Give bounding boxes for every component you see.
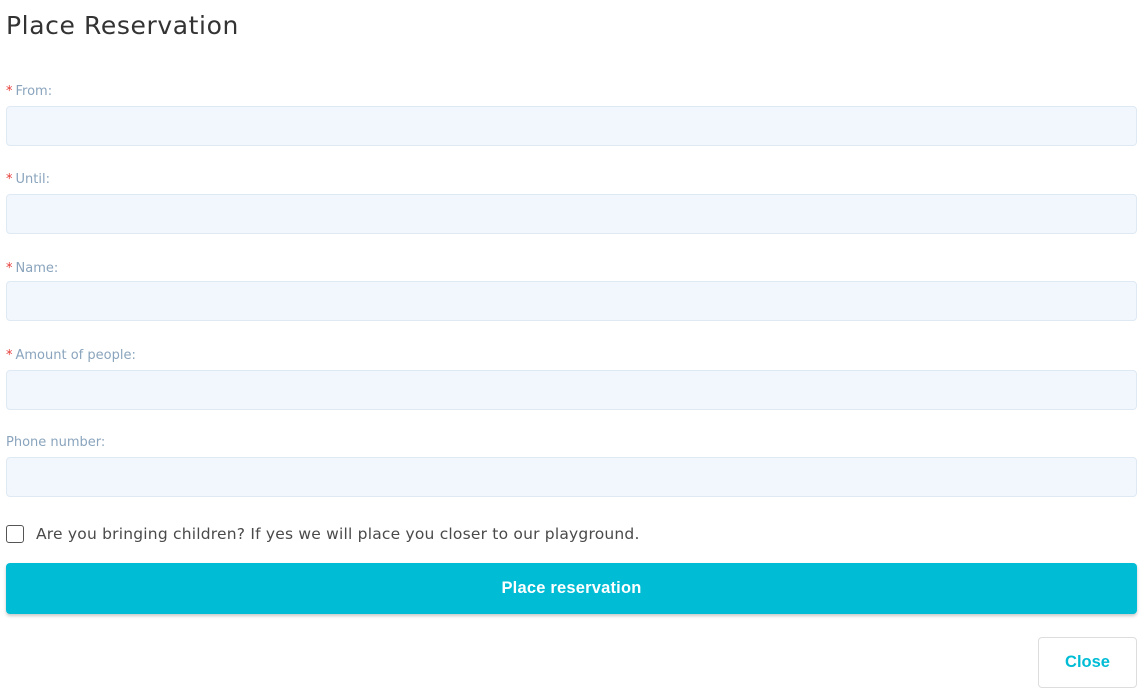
required-marker: * bbox=[6, 84, 13, 99]
from-input[interactable] bbox=[6, 106, 1137, 146]
name-label-text: Name: bbox=[15, 261, 59, 276]
children-checkbox[interactable] bbox=[6, 525, 24, 543]
until-label-text: Until: bbox=[15, 172, 50, 187]
place-reservation-button[interactable]: Place reservation bbox=[6, 563, 1137, 614]
close-button[interactable]: Close bbox=[1038, 637, 1137, 688]
from-label: * From: bbox=[6, 84, 52, 100]
phone-number-input[interactable] bbox=[6, 457, 1137, 497]
children-checkbox-row: Are you bringing children? If yes we wil… bbox=[6, 522, 640, 546]
required-marker: * bbox=[6, 172, 13, 187]
until-label: * Until: bbox=[6, 172, 50, 188]
name-label: * Name: bbox=[6, 261, 58, 277]
required-marker: * bbox=[6, 261, 13, 276]
name-input[interactable] bbox=[6, 281, 1137, 321]
amount-of-people-label: * Amount of people: bbox=[6, 348, 136, 364]
until-input[interactable] bbox=[6, 194, 1137, 234]
amount-of-people-input[interactable] bbox=[6, 370, 1137, 410]
phone-number-label-text: Phone number: bbox=[6, 435, 106, 450]
phone-number-label: Phone number: bbox=[6, 435, 105, 451]
amount-of-people-label-text: Amount of people: bbox=[15, 348, 136, 363]
children-checkbox-label[interactable]: Are you bringing children? If yes we wil… bbox=[36, 525, 640, 543]
modal-title: Place Reservation bbox=[6, 11, 239, 40]
required-marker: * bbox=[6, 348, 13, 363]
from-label-text: From: bbox=[15, 84, 53, 99]
